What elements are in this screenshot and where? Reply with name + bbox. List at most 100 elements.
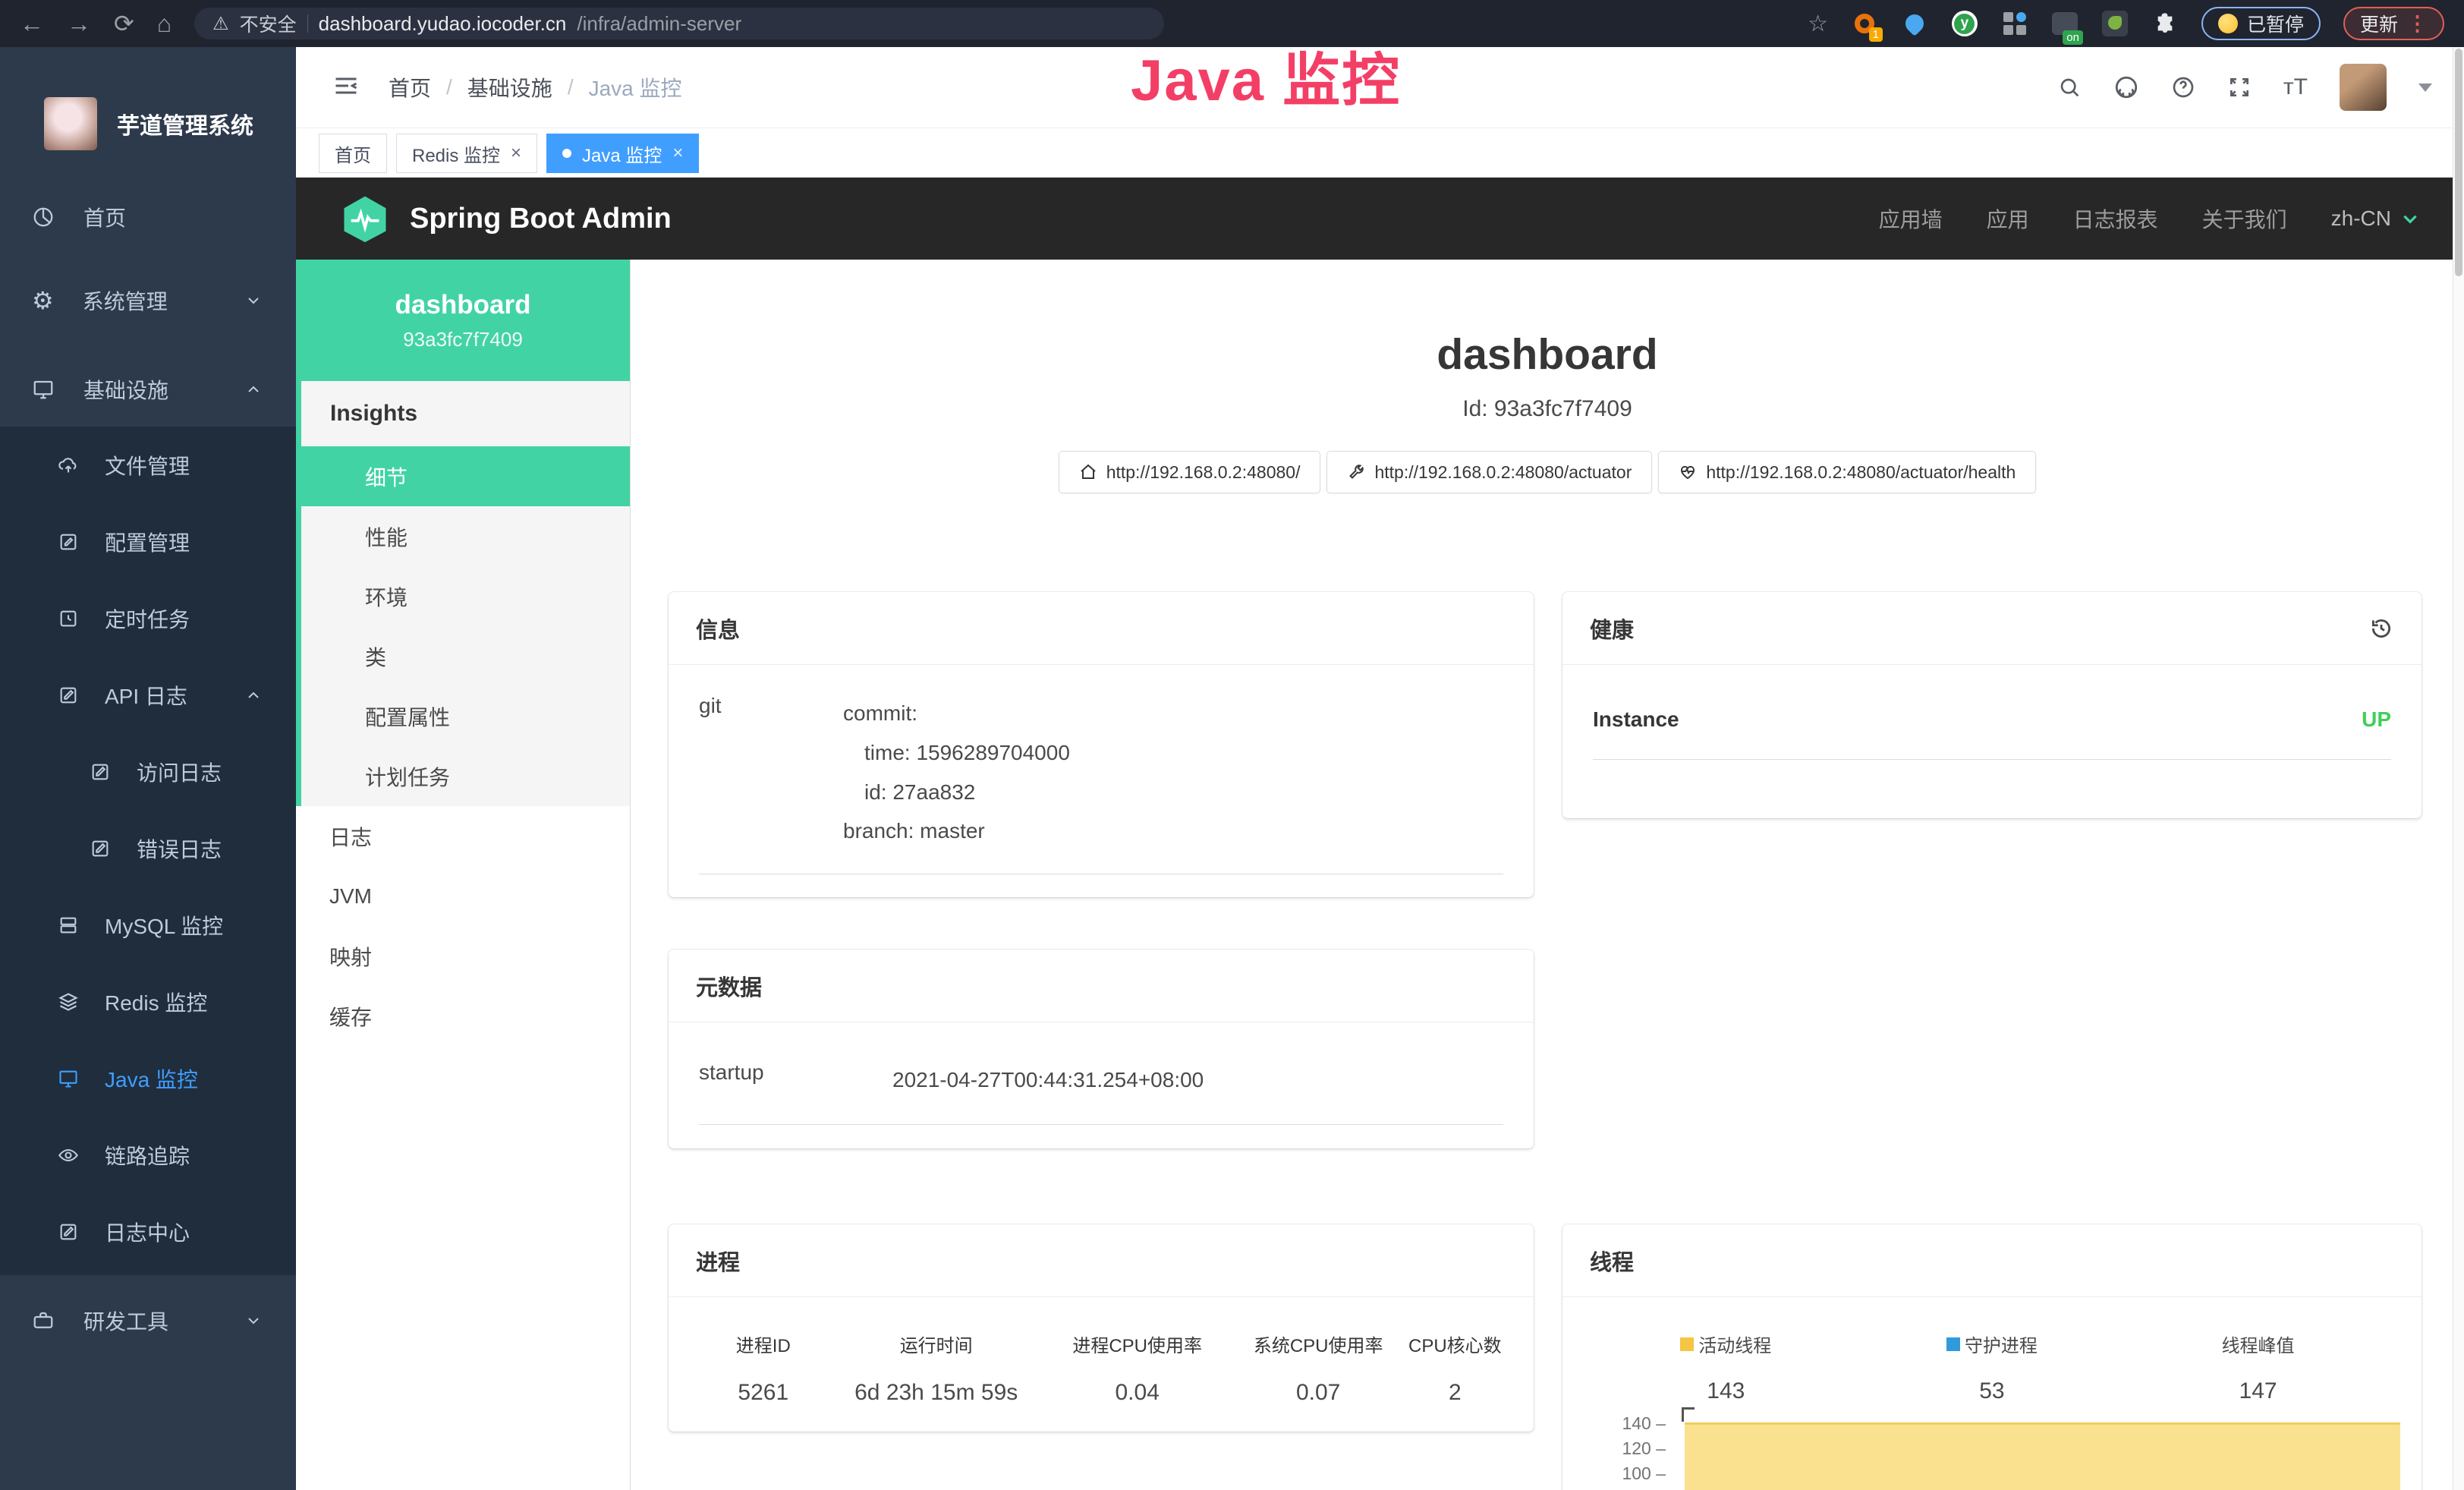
cloud-upload-icon [58,455,79,476]
sidebar-item-mysql-monitor[interactable]: MySQL 监控 [0,887,296,963]
breadcrumb: 首页 / 基础设施 / Java 监控 [389,47,682,128]
tab-java-monitor[interactable]: Java 监控 × [546,134,699,173]
browser-forward-icon[interactable]: → [67,11,91,36]
sidebar-item-file-manage[interactable]: 文件管理 [0,427,296,503]
tab-bar: 首页 Redis 监控 × Java 监控 × [296,128,2464,178]
browser-back-icon[interactable]: ← [20,11,44,36]
sidebar-item-infra[interactable]: 基础设施 [0,354,296,424]
paused-emoji-icon [2218,14,2238,33]
hamburger-icon[interactable] [332,72,360,99]
tab-home[interactable]: 首页 [319,134,387,173]
legend-swatch-active-threads [1680,1337,1694,1351]
extensions-puzzle-icon[interactable] [2151,10,2179,37]
card-info-title: 信息 [696,613,740,644]
instance-name: dashboard [395,290,531,320]
log-icon [58,1221,79,1243]
chevron-down-icon [2400,209,2420,228]
menu-item-jvm[interactable]: JVM [296,866,630,926]
menu-item-environment[interactable]: 环境 [301,566,630,626]
extension-on-icon[interactable]: on [2051,10,2079,37]
github-icon[interactable] [2113,74,2139,100]
gear-icon: ⚙ [32,288,54,313]
screen: ← → ⟳ ⌂ ⚠ 不安全 dashboard.yudao.iocoder.cn… [0,0,2464,1490]
paused-button[interactable]: 已暂停 [2201,7,2321,40]
sidebar-item-api-log[interactable]: API 日志 [0,657,296,733]
menu-item-config-props[interactable]: 配置属性 [301,686,630,746]
scrollbar-thumb[interactable] [2455,49,2462,276]
sidebar-item-redis-monitor[interactable]: Redis 监控 [0,963,296,1040]
close-icon[interactable]: × [672,143,683,164]
extension-pin-icon[interactable] [1901,10,1928,37]
bookmark-star-icon[interactable]: ☆ [1808,11,1828,37]
actuator-url-button[interactable]: http://192.168.0.2:48080/actuator [1326,451,1652,493]
sidebar-item-scheduled-jobs[interactable]: 定时任务 [0,580,296,657]
search-icon[interactable] [2057,75,2082,99]
sidebar-item-access-log[interactable]: 访问日志 [0,733,296,810]
instance-header[interactable]: dashboard 93a3fc7f7409 [296,260,630,381]
sba-logo-icon [340,194,390,244]
not-secure-warning-icon: ⚠ [212,13,229,35]
font-size-icon[interactable]: ᴛT [2283,74,2308,100]
breadcrumb-infra[interactable]: 基础设施 [467,72,552,102]
card-threads-title: 线程 [1590,1245,1634,1277]
chevron-down-icon[interactable] [2418,83,2432,92]
menu-item-mappings[interactable]: 映射 [296,926,630,986]
instance-content: dashboard Id: 93a3fc7f7409 http://192.16… [631,260,2464,1490]
language-selector[interactable]: zh-CN [2331,206,2420,231]
extension-y-icon[interactable]: y [1951,10,1978,37]
sidebar-item-error-log[interactable]: 错误日志 [0,810,296,887]
address-bar[interactable]: ⚠ 不安全 dashboard.yudao.iocoder.cn /infra/… [194,8,1164,39]
extension-leaf-icon[interactable] [2101,10,2129,37]
update-button[interactable]: 更新 ⋮ [2343,7,2444,40]
threads-legend: 活动线程 143 守护进程 53 线程峰值 147 [1593,1331,2391,1404]
card-health-title: 健康 [1590,613,1634,644]
sidebar-item-java-monitor[interactable]: Java 监控 [0,1040,296,1117]
menu-item-scheduled-tasks[interactable]: 计划任务 [301,746,630,806]
chevron-down-icon [244,1312,263,1330]
sidebar-item-devtools[interactable]: 研发工具 [0,1286,296,1356]
card-process: 进程 进程ID5261 运行时间6d 23h 15m 59s 进程CPU使用率0… [669,1224,1534,1432]
sba-nav-applications[interactable]: 应用 [1987,203,2029,234]
page-scrollbar [2453,47,2464,1490]
fullscreen-icon[interactable] [2227,75,2252,99]
annotation-java-monitor: Java 监控 [1131,33,1401,117]
threads-chart: 140 120 100 [1590,1410,2400,1490]
browser-home-icon[interactable]: ⌂ [157,11,172,36]
menu-item-classes[interactable]: 类 [301,626,630,686]
edit-icon [58,531,79,553]
app-sidebar: 芋道管理系统 首页 ⚙ 系统管理 基础设施 [0,47,296,1490]
breadcrumb-home[interactable]: 首页 [389,72,431,102]
sba-nav-wallboard[interactable]: 应用墙 [1879,203,1943,234]
menu-item-metrics[interactable]: 性能 [301,506,630,566]
health-url-button[interactable]: http://192.168.0.2:48080/actuator/health [1658,451,2036,493]
help-icon[interactable] [2171,75,2195,99]
sidebar-item-config-manage[interactable]: 配置管理 [0,503,296,580]
eye-icon [58,1145,79,1166]
app-logo[interactable]: 芋道管理系统 [44,97,253,150]
instance-sidebar: dashboard 93a3fc7f7409 Insights 细节 性能 环境… [296,260,631,1490]
log-icon [58,685,79,706]
service-url-button[interactable]: http://192.168.0.2:48080/ [1059,451,1321,493]
sidebar-item-home[interactable]: 首页 [0,182,296,252]
avatar[interactable] [2340,64,2387,111]
history-icon[interactable] [2368,616,2394,641]
extension-orange-icon[interactable]: 1 [1851,10,1878,37]
extension-grid-icon[interactable] [2001,10,2028,37]
menu-item-logs[interactable]: 日志 [296,806,630,866]
sidebar-item-trace[interactable]: 链路追踪 [0,1117,296,1193]
axis-corner [1682,1407,1695,1422]
close-icon[interactable]: × [511,143,521,164]
url-host: dashboard.yudao.iocoder.cn [319,12,567,36]
sidebar-item-system[interactable]: ⚙ 系统管理 [0,266,296,335]
monitor-icon [58,1068,79,1089]
tab-redis-monitor[interactable]: Redis 监控 × [396,134,537,173]
sidebar-item-log-center[interactable]: 日志中心 [0,1193,296,1270]
sba-nav-journal[interactable]: 日志报表 [2073,203,2158,234]
menu-item-details[interactable]: 细节 [296,446,630,506]
security-label[interactable]: 不安全 [240,10,297,37]
sba-nav-about[interactable]: 关于我们 [2202,203,2287,234]
menu-item-caches[interactable]: 缓存 [296,986,630,1046]
sba-brand[interactable]: Spring Boot Admin [340,194,672,244]
browser-menu-icon[interactable]: ⋮ [2407,12,2428,36]
browser-reload-icon[interactable]: ⟳ [114,11,134,36]
